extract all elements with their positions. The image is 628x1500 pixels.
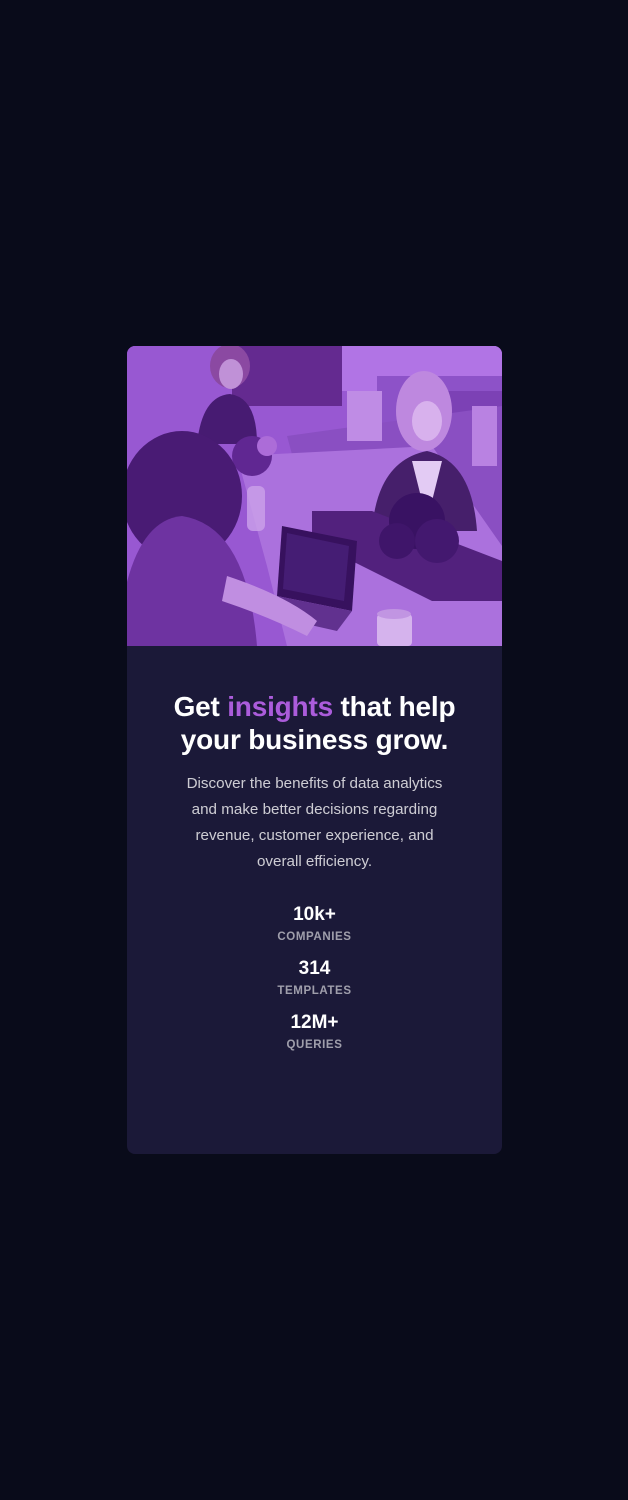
stat-label: COMPANIES	[277, 931, 352, 943]
stat-templates: 314 TEMPLATES	[127, 958, 502, 998]
card-content: Get insights that help your business gro…	[127, 646, 502, 1052]
stats-list: 10k+ COMPANIES 314 TEMPLATES 12M+ QUERIE…	[127, 904, 502, 1052]
hero-image	[127, 346, 502, 646]
office-team-photo	[127, 346, 502, 646]
headline-prefix: Get	[173, 691, 228, 722]
stat-companies: 10k+ COMPANIES	[127, 904, 502, 944]
stat-label: TEMPLATES	[277, 985, 352, 997]
headline-accent: insights	[227, 691, 333, 722]
stat-label: QUERIES	[286, 1039, 343, 1051]
headline: Get insights that help your business gro…	[170, 690, 460, 756]
stat-value: 12M+	[290, 1012, 339, 1033]
stat-value: 314	[298, 958, 331, 979]
description: Discover the benefits of data analytics …	[186, 775, 443, 870]
stats-preview-card: Get insights that help your business gro…	[127, 346, 502, 1154]
stat-value: 10k+	[293, 904, 336, 925]
stat-queries: 12M+ QUERIES	[127, 1012, 502, 1052]
